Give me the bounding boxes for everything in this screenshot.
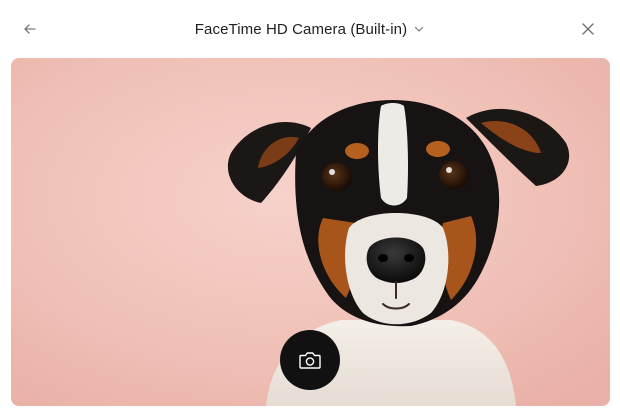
camera-dialog: FaceTime HD Camera (Built-in) <box>0 0 620 416</box>
camera-select-dropdown[interactable]: FaceTime HD Camera (Built-in) <box>189 17 431 42</box>
back-button[interactable] <box>18 17 42 41</box>
capture-button[interactable] <box>280 330 340 390</box>
camera-icon <box>299 352 321 369</box>
close-button[interactable] <box>576 17 600 41</box>
chevron-down-icon <box>415 26 424 32</box>
arrow-left-icon <box>24 24 36 34</box>
dialog-header: FaceTime HD Camera (Built-in) <box>0 0 620 58</box>
dialog-title: FaceTime HD Camera (Built-in) <box>194 20 408 38</box>
close-icon <box>582 23 594 35</box>
